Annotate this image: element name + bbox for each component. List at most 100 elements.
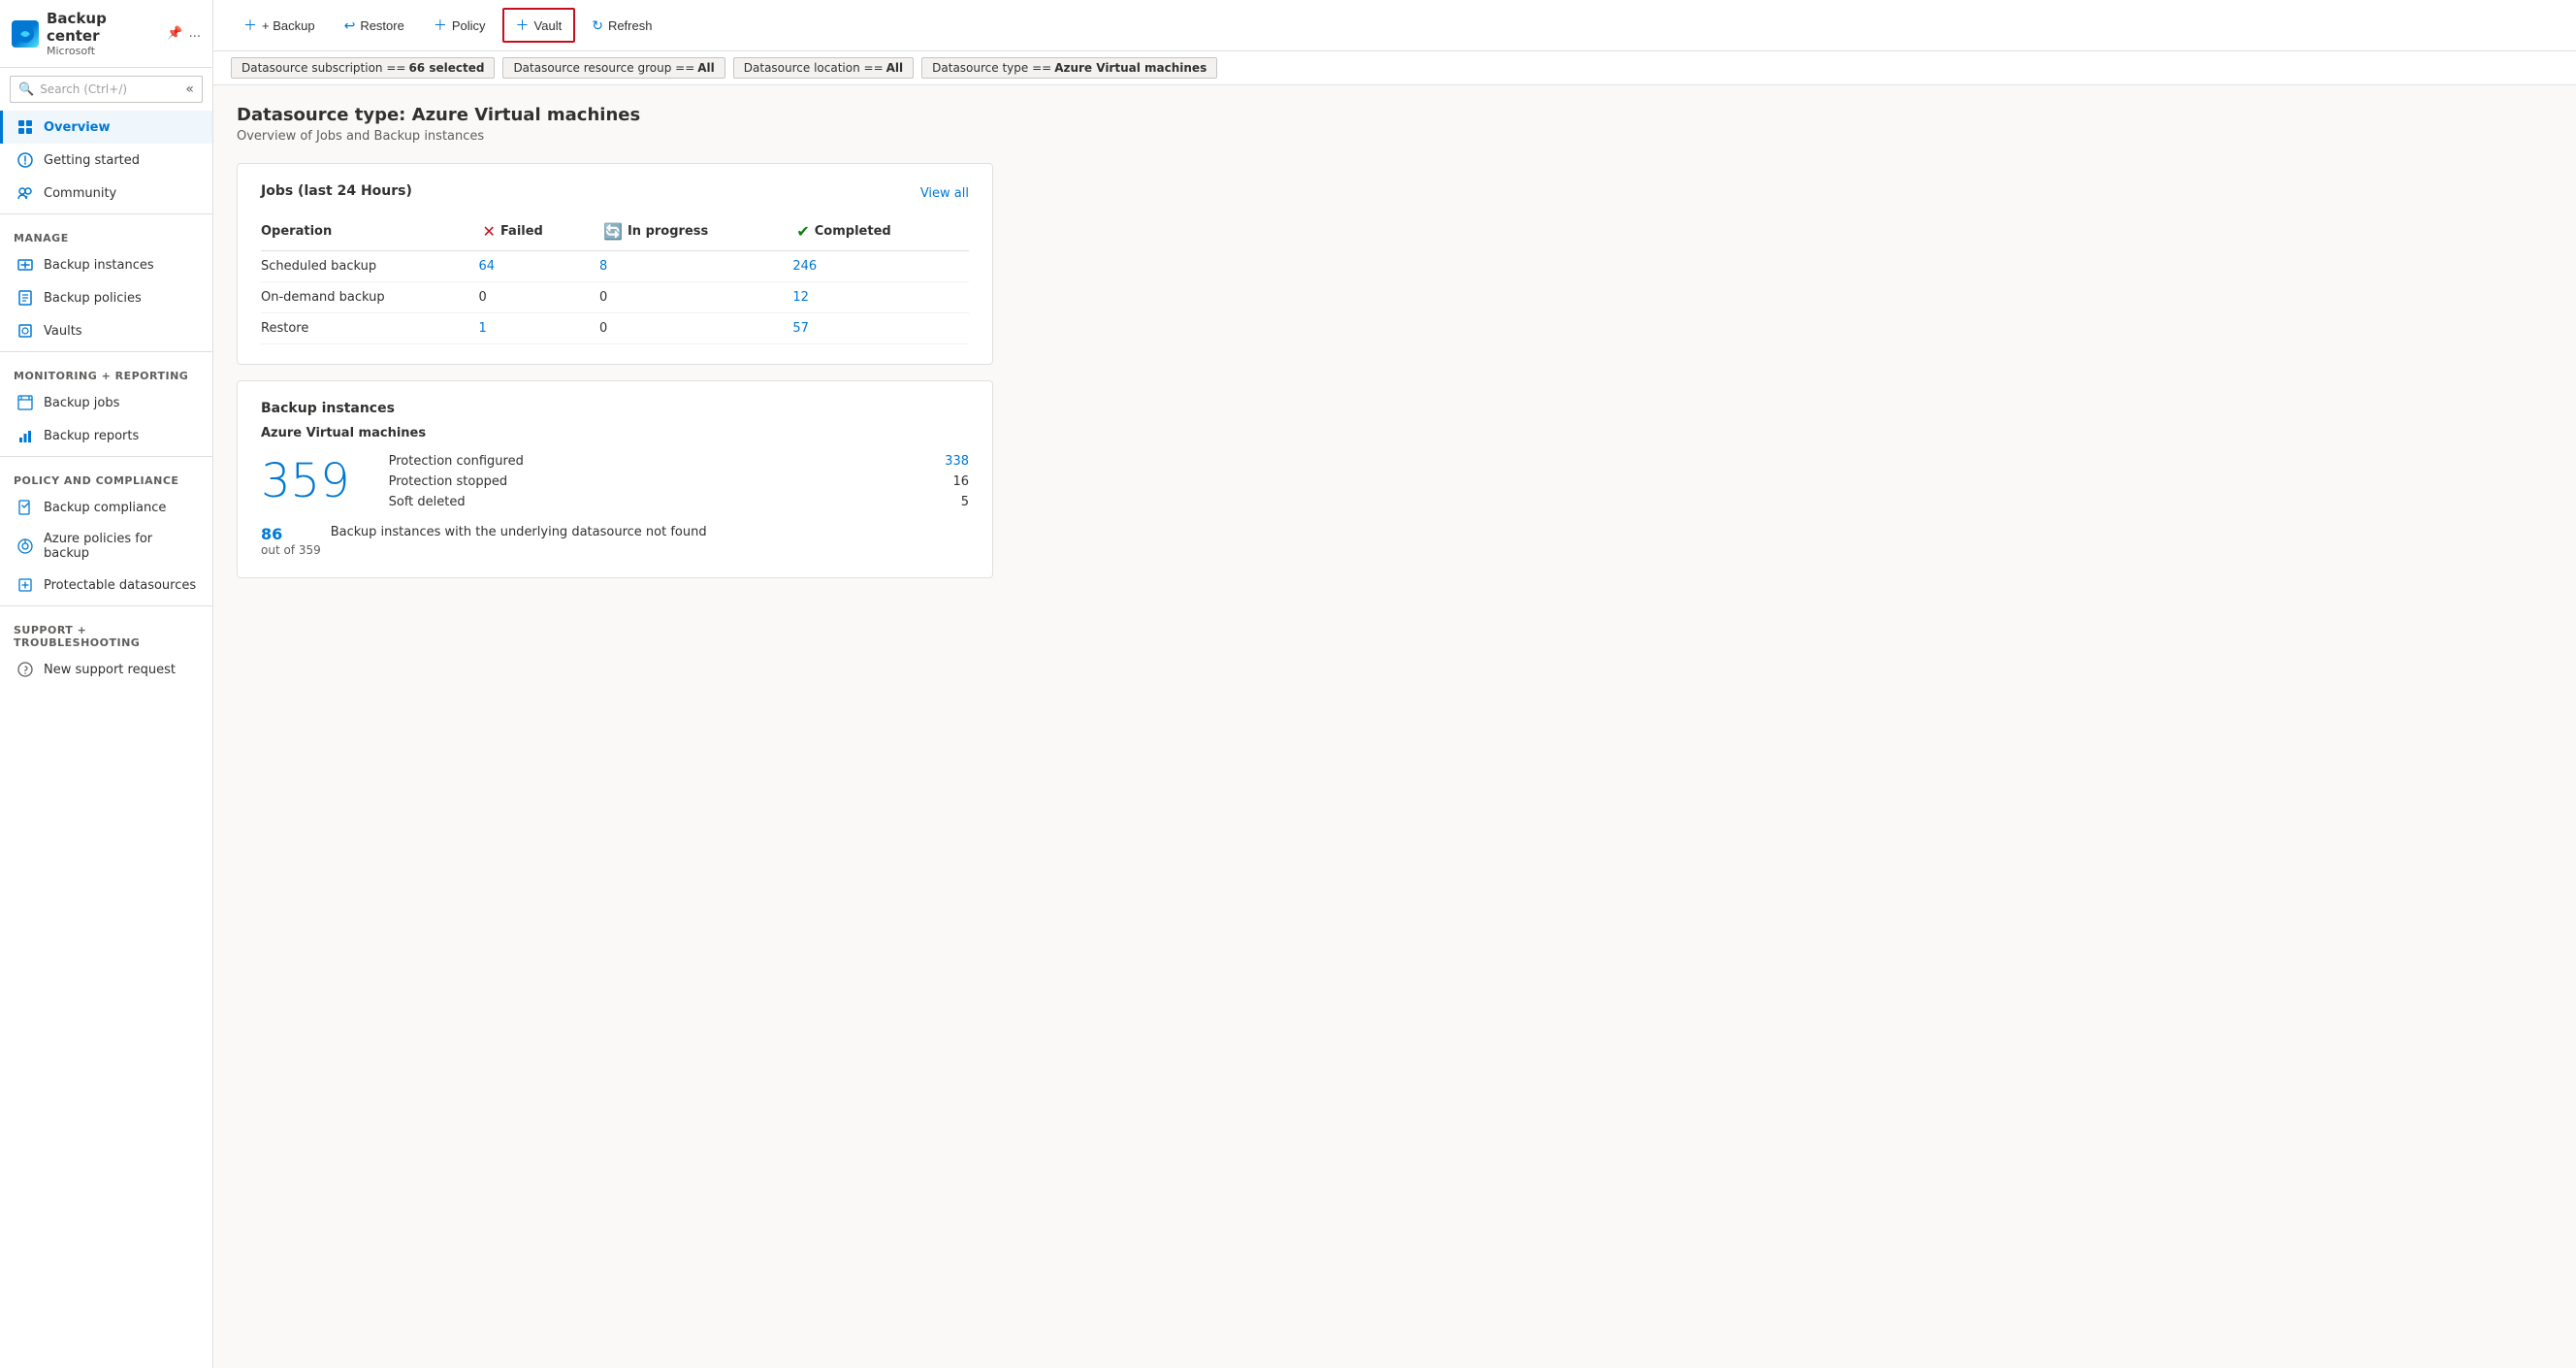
- backup-compliance-label: Backup compliance: [44, 501, 166, 515]
- failed-cell[interactable]: 64: [479, 251, 600, 282]
- app-name: Backup center: [47, 10, 159, 45]
- vault-plus-icon: ＋: [516, 16, 530, 35]
- bi-orphan-of: out of 359: [261, 543, 321, 557]
- bi-stat-value: 16: [930, 474, 969, 489]
- policy-button[interactable]: ＋ Policy: [421, 9, 499, 42]
- backup-policies-icon: [16, 289, 34, 307]
- backup-label: + Backup: [262, 18, 315, 33]
- table-row: On-demand backup0012: [261, 282, 969, 313]
- protectable-datasources-icon: [16, 576, 34, 594]
- operation-cell: On-demand backup: [261, 282, 479, 313]
- bi-content: 359 Protection configured338Protection s…: [261, 454, 969, 509]
- bi-vm-type: Azure Virtual machines: [261, 426, 969, 440]
- filter-resource-group[interactable]: Datasource resource group == All: [502, 57, 724, 79]
- vaults-label: Vaults: [44, 324, 82, 339]
- refresh-button[interactable]: ↻ Refresh: [579, 11, 664, 41]
- filter-location[interactable]: Datasource location == All: [733, 57, 914, 79]
- table-row: Restore1057: [261, 313, 969, 344]
- completed-cell[interactable]: 246: [792, 251, 969, 282]
- sidebar-item-backup-jobs[interactable]: Backup jobs: [0, 386, 212, 419]
- jobs-title: Jobs (last 24 Hours): [261, 183, 412, 199]
- completed-status-icon: ✔: [796, 222, 809, 241]
- jobs-card: Jobs (last 24 Hours) View all Operation …: [237, 163, 993, 365]
- getting-started-label: Getting started: [44, 153, 140, 168]
- azure-policies-label: Azure policies for backup: [44, 532, 199, 561]
- search-box[interactable]: 🔍 Search (Ctrl+/) «: [10, 76, 203, 103]
- filter-subscription-value: 66 selected: [408, 61, 484, 75]
- backup-instances-icon: [16, 256, 34, 274]
- bi-stat-row: Protection configured338: [389, 454, 969, 469]
- filter-bar: Datasource subscription == 66 selected D…: [213, 51, 2576, 85]
- bi-stat-row: Soft deleted 5: [389, 495, 969, 509]
- more-icon[interactable]: ...: [189, 26, 201, 41]
- filter-datasource-type[interactable]: Datasource type == Azure Virtual machine…: [921, 57, 1217, 79]
- jobs-header: Jobs (last 24 Hours) View all: [261, 183, 969, 203]
- operation-cell: Scheduled backup: [261, 251, 479, 282]
- backup-reports-label: Backup reports: [44, 429, 139, 443]
- sidebar-item-protectable-datasources[interactable]: Protectable datasources: [0, 569, 212, 602]
- backup-jobs-label: Backup jobs: [44, 396, 119, 410]
- bi-stat-value[interactable]: 338: [930, 454, 969, 469]
- refresh-label: Refresh: [608, 18, 653, 33]
- failed-status-icon: ✕: [483, 222, 496, 241]
- sidebar-item-backup-reports[interactable]: Backup reports: [0, 419, 212, 452]
- sidebar-item-getting-started[interactable]: Getting started: [0, 144, 212, 177]
- sidebar-item-azure-policies[interactable]: Azure policies for backup: [0, 524, 212, 569]
- protectable-datasources-label: Protectable datasources: [44, 578, 196, 593]
- policy-section-label: Policy and compliance: [0, 461, 212, 491]
- sidebar-item-new-support-request[interactable]: New support request: [0, 653, 212, 686]
- sidebar-item-overview[interactable]: Overview: [0, 111, 212, 144]
- sidebar-item-community[interactable]: Community: [0, 177, 212, 210]
- jobs-table-body: Scheduled backup648246On-demand backup00…: [261, 251, 969, 344]
- backup-plus-icon: ＋: [243, 16, 257, 35]
- bi-stat-label: Soft deleted: [389, 495, 466, 509]
- failed-cell[interactable]: 1: [479, 313, 600, 344]
- restore-button[interactable]: ↩ Restore: [332, 11, 417, 41]
- content-area: Datasource type: Azure Virtual machines …: [213, 85, 2576, 1368]
- pin-icon[interactable]: 📌: [167, 26, 182, 41]
- operation-cell: Restore: [261, 313, 479, 344]
- new-support-request-label: New support request: [44, 663, 176, 677]
- inprogress-cell: 0: [599, 313, 792, 344]
- page-title: Datasource type: Azure Virtual machines: [237, 105, 2553, 125]
- filter-subscription[interactable]: Datasource subscription == 66 selected: [231, 57, 495, 79]
- filter-rg-key: Datasource resource group ==: [513, 61, 694, 75]
- col-inprogress: 🔄 In progress: [599, 216, 792, 251]
- refresh-icon: ↻: [592, 17, 603, 34]
- filter-type-key: Datasource type ==: [932, 61, 1051, 75]
- col-completed: ✔ Completed: [792, 216, 969, 251]
- bi-card-title: Backup instances: [261, 401, 969, 416]
- search-placeholder: Search (Ctrl+/): [40, 82, 179, 96]
- completed-cell[interactable]: 57: [792, 313, 969, 344]
- collapse-icon[interactable]: «: [185, 81, 194, 97]
- toolbar: ＋ + Backup ↩ Restore ＋ Policy ＋ Vault ↻ …: [213, 0, 2576, 51]
- policy-plus-icon: ＋: [434, 16, 447, 35]
- divider-support: [0, 605, 212, 606]
- backup-button[interactable]: ＋ + Backup: [231, 9, 328, 42]
- filter-subscription-key: Datasource subscription ==: [242, 61, 405, 75]
- vault-button[interactable]: ＋ Vault: [502, 8, 576, 43]
- vault-label: Vault: [534, 18, 563, 33]
- bi-stat-value: 5: [930, 495, 969, 509]
- bi-stats-list: Protection configured338Protection stopp…: [389, 454, 969, 509]
- jobs-table-header-row: Operation ✕ Failed 🔄 In progress: [261, 216, 969, 251]
- inprogress-status-icon: 🔄: [603, 222, 623, 241]
- bi-total-count[interactable]: 359: [261, 454, 350, 505]
- sidebar-item-vaults[interactable]: Vaults: [0, 314, 212, 347]
- completed-cell[interactable]: 12: [792, 282, 969, 313]
- policy-label: Policy: [452, 18, 486, 33]
- filter-location-value: All: [886, 61, 904, 75]
- pin-area[interactable]: 📌 ...: [167, 26, 201, 41]
- restore-label: Restore: [360, 18, 404, 33]
- inprogress-cell[interactable]: 8: [599, 251, 792, 282]
- community-label: Community: [44, 186, 116, 201]
- sidebar-item-backup-policies[interactable]: Backup policies: [0, 281, 212, 314]
- sidebar-item-backup-instances[interactable]: Backup instances: [0, 248, 212, 281]
- view-all-link[interactable]: View all: [920, 186, 969, 201]
- sidebar-item-backup-compliance[interactable]: Backup compliance: [0, 491, 212, 524]
- manage-section-label: Manage: [0, 218, 212, 248]
- bi-orphan-count[interactable]: 86: [261, 525, 321, 543]
- bi-orphan-desc: Backup instances with the underlying dat…: [331, 525, 707, 539]
- app-subtitle: Microsoft: [47, 45, 159, 57]
- table-row: Scheduled backup648246: [261, 251, 969, 282]
